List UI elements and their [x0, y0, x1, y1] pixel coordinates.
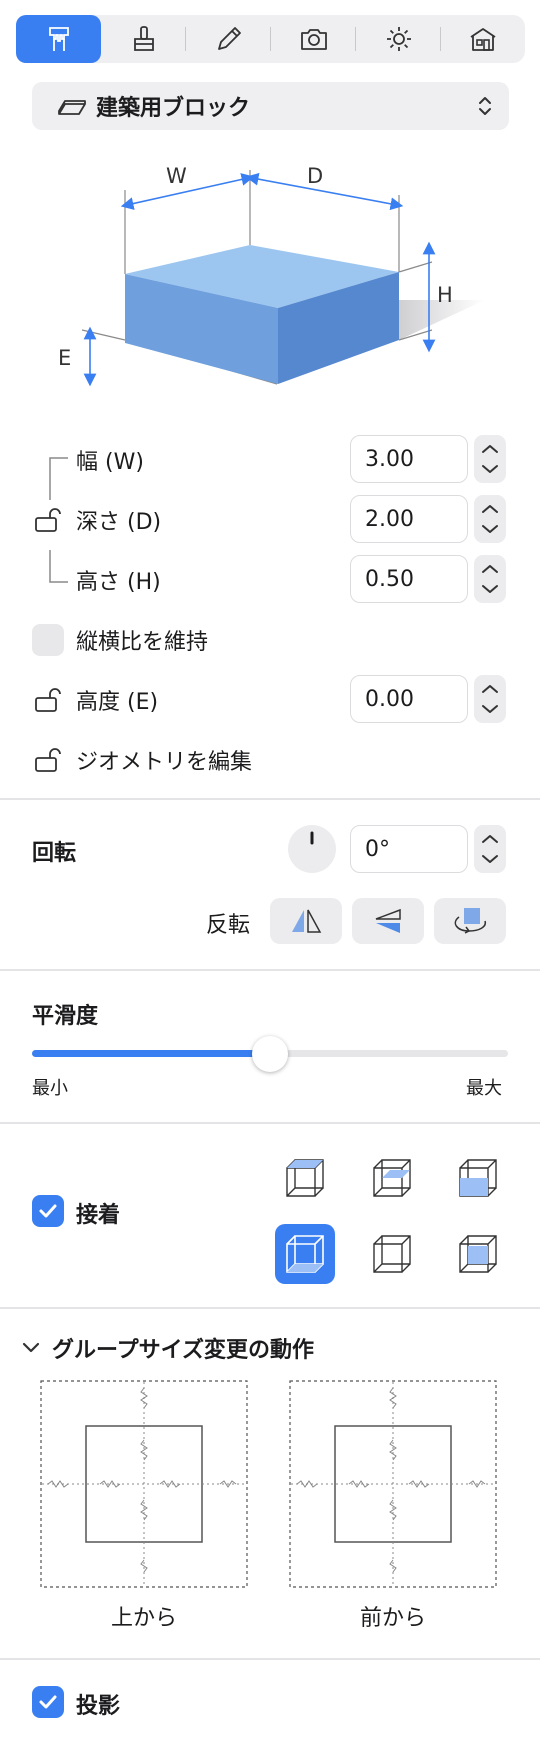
lock-open-icon [35, 748, 61, 772]
lock-open-icon [35, 688, 61, 712]
rotation-dial[interactable] [288, 825, 336, 873]
elevation-label: 高度 (E) [76, 690, 159, 715]
snap-bottom-right-button[interactable] [448, 1224, 508, 1284]
width-field[interactable]: 3.00 [350, 435, 468, 483]
smoothness-max-label: 最大 [466, 1078, 502, 1099]
camera-tool-icon [300, 29, 327, 50]
cube-face-icon [459, 1235, 497, 1273]
rotation-title: 回転 [32, 841, 77, 866]
pencil-tool-icon [217, 27, 241, 50]
height-dim-label: H [437, 283, 453, 307]
flip-label: 反転 [206, 913, 251, 938]
dimension-diagram: W D H E [58, 164, 485, 387]
snap-top-left-button[interactable] [275, 1148, 335, 1208]
toolbar [16, 15, 525, 63]
cube-face-icon [373, 1159, 411, 1197]
object-type-dropdown[interactable]: 建築用ブロック [32, 82, 509, 130]
checkmark-icon [39, 1695, 57, 1709]
chevron-up-down-icon [482, 835, 498, 863]
height-field[interactable]: 0.50 [350, 555, 468, 603]
rotation-field[interactable]: 0° [350, 825, 468, 873]
cube-face-icon [373, 1235, 411, 1273]
block-icon [58, 100, 86, 115]
object-type-label: 建築用ブロック [96, 96, 251, 121]
house-tool-button[interactable] [440, 15, 525, 63]
flip-vertical-button[interactable] [352, 898, 424, 944]
divider [0, 1307, 540, 1309]
snap-checkbox[interactable] [32, 1195, 64, 1227]
flip-horizontal-icon [292, 909, 322, 933]
elevation-stepper[interactable] [474, 675, 506, 723]
flip-depth-button[interactable] [434, 898, 506, 944]
chevron-down-icon [22, 1342, 40, 1353]
group-resize-title: グループサイズ変更の動作 [52, 1338, 315, 1363]
ruler-tool-icon [48, 27, 69, 51]
elevation-dim-label: E [58, 346, 71, 370]
width-label: 幅 (W) [76, 450, 144, 475]
cube-face-icon [286, 1235, 324, 1273]
smoothness-slider-fill [32, 1050, 270, 1057]
width-dim-label: W [166, 164, 187, 188]
elevation-lock-button[interactable] [33, 686, 61, 718]
dial-indicator-icon [310, 831, 314, 845]
rotation-stepper[interactable] [474, 825, 506, 873]
snap-bottom-left-button[interactable] [275, 1224, 335, 1284]
divider [0, 1658, 540, 1660]
pencil-tool-button[interactable] [186, 15, 271, 63]
snap-top-right-button[interactable] [448, 1148, 508, 1208]
snap-top-center-button[interactable] [362, 1148, 422, 1208]
checkmark-icon [39, 1204, 57, 1218]
dimension-lock-button[interactable] [33, 506, 61, 538]
group-resize-header[interactable]: グループサイズ変更の動作 [20, 1332, 314, 1364]
keep-aspect-label: 縦横比を維持 [76, 630, 209, 655]
projection-label: 投影 [76, 1694, 121, 1719]
projection-checkbox[interactable] [32, 1686, 64, 1718]
depth-stepper[interactable] [474, 495, 506, 543]
cube-face-icon [286, 1159, 324, 1197]
sun-tool-button[interactable] [356, 15, 441, 63]
cube-face-icon [459, 1159, 497, 1197]
resize-top-view-caption: 上から [110, 1606, 177, 1631]
chevron-up-down-icon [482, 685, 498, 713]
edit-geometry-label: ジオメトリを編集 [76, 750, 253, 775]
ruler-tool-button[interactable] [16, 15, 101, 63]
house-tool-icon [470, 28, 495, 51]
depth-field[interactable]: 2.00 [350, 495, 468, 543]
divider [0, 798, 540, 800]
sun-tool-icon [386, 27, 411, 51]
snap-label: 接着 [76, 1203, 121, 1228]
resize-top-view[interactable] [40, 1380, 248, 1588]
flip-depth-icon [454, 908, 487, 934]
flip-horizontal-button[interactable] [270, 898, 342, 944]
elevation-field[interactable]: 0.00 [350, 675, 468, 723]
width-stepper[interactable] [474, 435, 506, 483]
resize-front-view-caption: 前から [359, 1606, 426, 1631]
divider [0, 969, 540, 971]
brush-tool-icon [133, 26, 154, 51]
snap-bottom-center-button[interactable] [362, 1224, 422, 1284]
keep-aspect-checkbox[interactable] [32, 624, 64, 656]
divider [0, 1122, 540, 1124]
smoothness-min-label: 最小 [32, 1078, 68, 1099]
camera-tool-button[interactable] [271, 15, 356, 63]
smoothness-title: 平滑度 [32, 1004, 99, 1029]
chevron-up-down-icon [479, 97, 491, 115]
smoothness-slider-thumb[interactable] [252, 1036, 288, 1072]
chevron-up-down-icon [482, 505, 498, 533]
height-label: 高さ (H) [76, 570, 161, 595]
depth-label: 深さ (D) [76, 510, 162, 535]
resize-front-view[interactable] [289, 1380, 497, 1588]
edit-geometry-lock-button[interactable] [33, 746, 61, 778]
chevron-up-down-icon [482, 565, 498, 593]
flip-vertical-icon [375, 908, 401, 933]
brush-tool-button[interactable] [101, 15, 186, 63]
chevron-up-down-icon [482, 445, 498, 473]
lock-open-icon [35, 508, 61, 532]
height-stepper[interactable] [474, 555, 506, 603]
depth-dim-label: D [307, 164, 323, 188]
